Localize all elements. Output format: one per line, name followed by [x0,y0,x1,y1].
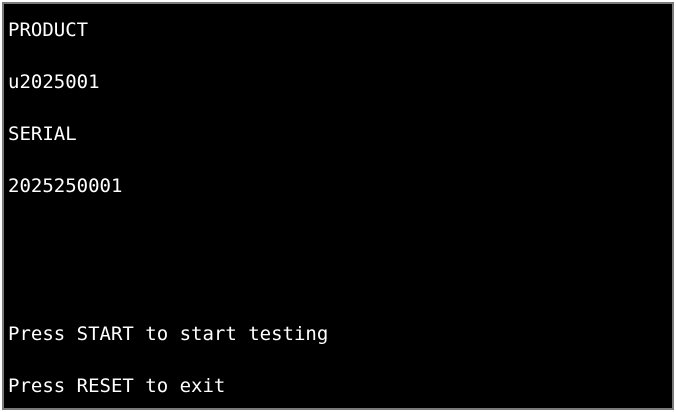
terminal-screen: PRODUCT u2025001 SERIAL 2025250001 Press… [2,2,674,410]
serial-value: 2025250001 [8,175,123,197]
product-value: u2025001 [8,71,100,93]
product-label: PRODUCT [8,19,89,41]
serial-label: SERIAL [8,123,77,145]
reset-prompt: Press RESET to exit [8,375,226,397]
start-prompt: Press START to start testing [8,323,329,345]
